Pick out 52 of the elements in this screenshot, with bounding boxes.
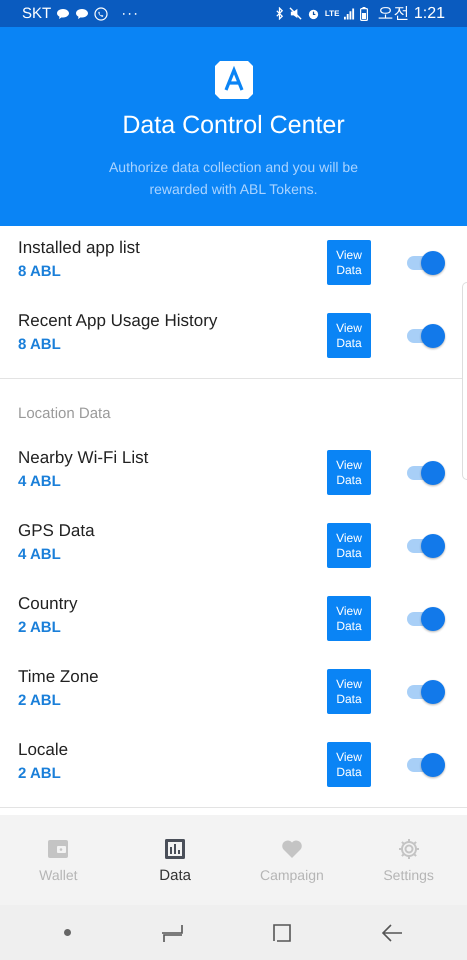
data-item-name: GPS Data: [18, 521, 96, 541]
toggle-switch[interactable]: [407, 752, 445, 778]
page-subtitle: Authorize data collection and you will be rewarded with ABL Tokens.: [108, 158, 360, 199]
data-item-name: Installed app list: [18, 238, 141, 258]
view-data-button[interactable]: View Data: [327, 596, 371, 641]
app-logo-icon: [214, 61, 252, 99]
settings-icon: [396, 837, 421, 861]
bluetooth-icon: [274, 7, 284, 20]
network-type-text: LTE: [324, 9, 340, 18]
reward-amount: 2 ABL: [18, 692, 62, 709]
data-item-name: Nearby Wi-Fi List: [18, 448, 150, 468]
toggle-switch[interactable]: [407, 460, 445, 486]
alarm-icon: [306, 7, 320, 20]
reward-amount: 4 ABL: [18, 546, 62, 563]
toggle-switch[interactable]: [407, 250, 445, 276]
phone-icon: [94, 6, 108, 20]
view-data-button[interactable]: View Data: [327, 450, 371, 495]
reward-amount: 2 ABL: [18, 765, 62, 782]
data-item-name: Country: [18, 594, 79, 614]
section-title: Location Data: [17, 404, 112, 424]
view-data-button[interactable]: View Data: [327, 669, 371, 714]
bar-chart-icon: [163, 836, 188, 860]
toggle-switch[interactable]: [407, 322, 445, 348]
reward-amount: 8 ABL: [18, 263, 62, 280]
dot-icon[interactable]: [64, 929, 72, 936]
reward-amount: 8 ABL: [18, 336, 62, 353]
reward-amount: 2 ABL: [18, 619, 62, 636]
toggle-switch[interactable]: [407, 532, 445, 558]
reward-amount: 4 ABL: [18, 473, 62, 490]
scroll-handle[interactable]: [462, 282, 467, 480]
clock-time: 오전 1:21: [377, 4, 445, 24]
data-item-name: Time Zone: [18, 667, 100, 687]
signal-icon: [344, 8, 356, 20]
battery-icon: [360, 6, 368, 20]
view-data-button[interactable]: View Data: [327, 742, 371, 787]
data-item-name: Recent App Usage History: [18, 311, 218, 331]
recent-apps-icon[interactable]: [160, 922, 184, 942]
view-data-button[interactable]: View Data: [327, 240, 371, 285]
toggle-switch[interactable]: [407, 606, 445, 632]
back-arrow-icon[interactable]: [380, 922, 403, 942]
toggle-switch[interactable]: [407, 678, 445, 704]
nav-tab[interactable]: Data: [116, 836, 234, 884]
view-data-button[interactable]: View Data: [327, 523, 371, 568]
chat-bubble-icon: [75, 8, 90, 20]
mute-icon: [288, 7, 302, 20]
chat-bubble-icon: [56, 8, 70, 20]
view-data-button[interactable]: View Data: [327, 313, 371, 358]
page-title: Data Control Center: [122, 111, 345, 140]
wallet-icon: [46, 837, 70, 861]
data-item-name: Locale: [18, 740, 70, 760]
more-notifications-text: ···: [121, 5, 140, 22]
carrier-name: SKT: [22, 5, 52, 22]
